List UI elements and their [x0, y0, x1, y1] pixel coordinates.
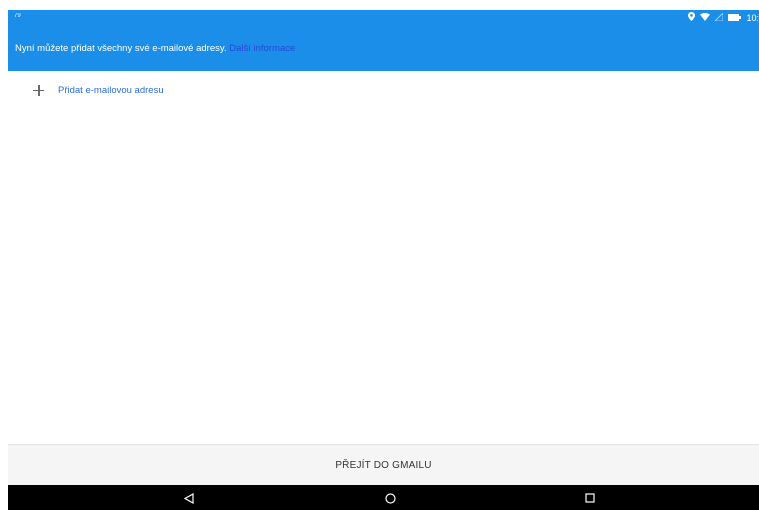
signal-icon: [714, 11, 724, 23]
plus-icon: [33, 84, 44, 96]
status-notification-text: 79: [14, 13, 21, 19]
add-email-address-label: Přidat e-mailovou adresu: [58, 84, 164, 96]
status-time: 10:: [746, 12, 759, 23]
add-email-address-button[interactable]: Přidat e-mailovou adresu: [33, 80, 164, 100]
status-icons: 10:: [688, 11, 759, 23]
app-frame: 79 10: Nyní můžete přidat všechny své e-…: [8, 10, 759, 510]
footer-bar: PŘEJÍT DO GMAILU: [8, 444, 759, 485]
banner-text-container: Nyní můžete přidat všechny své e-mailové…: [15, 43, 295, 54]
back-icon[interactable]: [181, 490, 197, 506]
wifi-icon: [700, 12, 711, 23]
info-banner: Nyní můžete přidat všechny své e-mailové…: [8, 28, 759, 71]
learn-more-link[interactable]: Další informace: [229, 43, 295, 54]
go-to-gmail-button[interactable]: PŘEJÍT DO GMAILU: [325, 454, 441, 477]
home-icon[interactable]: [382, 490, 398, 506]
recents-icon[interactable]: [582, 490, 598, 506]
battery-icon: [728, 13, 742, 23]
status-bar: 79 10:: [8, 10, 759, 28]
banner-message: Nyní můžete přidat všechny své e-mailové…: [15, 43, 227, 54]
navigation-bar: [8, 485, 759, 510]
location-icon: [688, 12, 696, 23]
